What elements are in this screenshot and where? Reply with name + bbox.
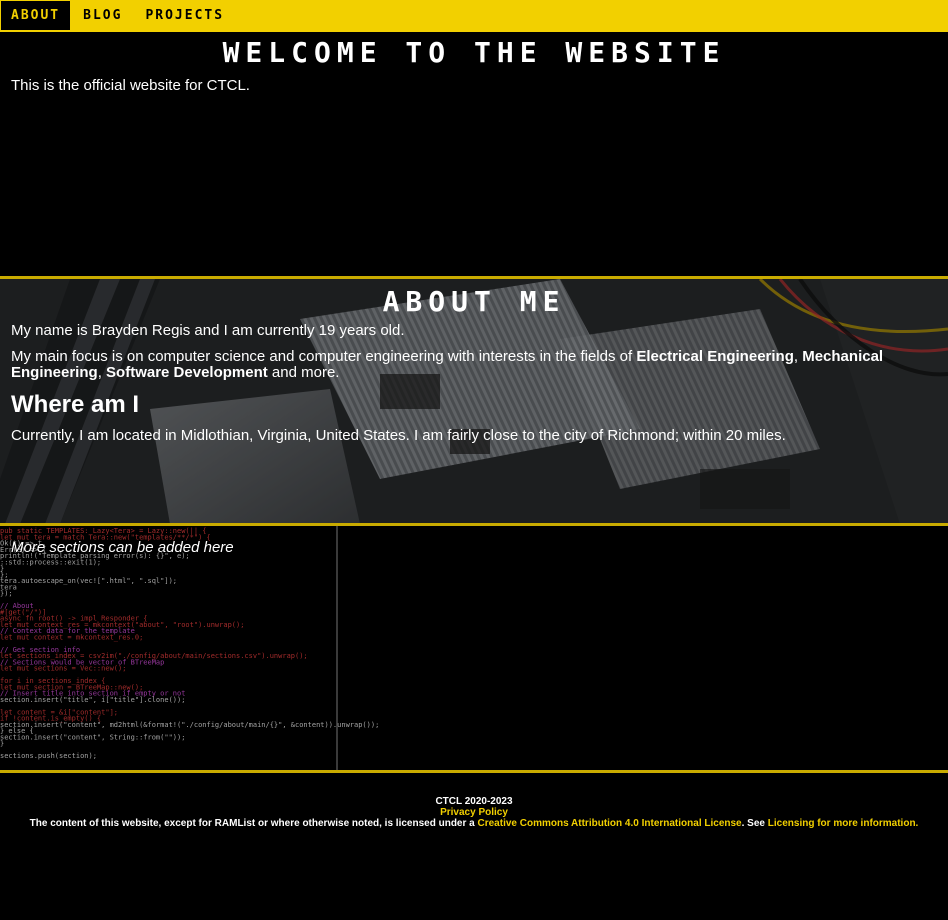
nav-tab-blog[interactable]: Blog: [73, 1, 132, 30]
privacy-policy-link[interactable]: Privacy Policy: [440, 807, 508, 818]
code-line: sections.push(section);: [0, 752, 97, 760]
license-prefix: The content of this website, except for …: [29, 818, 478, 829]
code-line: section.insert("content", md2html(&forma…: [0, 721, 379, 729]
top-navbar: About Blog Projects: [0, 0, 948, 32]
footer: CTCL 2020-2023 Privacy Policy The conten…: [0, 796, 948, 829]
about-intro-text: My name is Brayden Regis and I am curren…: [11, 322, 405, 339]
section-divider: [0, 770, 948, 773]
field-separator: ,: [97, 364, 107, 381]
code-line: let mut context = mkcontext_res.0;: [0, 633, 143, 641]
welcome-title: Welcome to the website: [222, 36, 726, 69]
code-line: }: [0, 740, 4, 748]
more-sections-text: More sections can be added here: [11, 539, 234, 556]
license-notice: The content of this website, except for …: [0, 818, 948, 829]
field-software-development: Software Development: [106, 364, 268, 381]
about-title: About me: [382, 285, 566, 318]
about-section: About me My name is Brayden Regis and I …: [0, 279, 948, 524]
welcome-section: Welcome to the website This is the offic…: [0, 32, 948, 278]
code-line: section.insert("content", String::from("…: [0, 733, 185, 741]
code-background-image: pub static TEMPLATES: Lazy<Tera> = Lazy:…: [0, 526, 948, 771]
nav-tab-projects[interactable]: Projects: [135, 1, 234, 30]
code-line: tera.autoescape_on(vec![".html", ".sql"]…: [0, 577, 177, 585]
code-line: ::std::process::exit(1);: [0, 558, 101, 566]
welcome-intro: This is the official website for CTCL.: [11, 77, 250, 94]
where-am-i-heading: Where am I: [11, 391, 140, 418]
about-focus-text: My main focus is on computer science and…: [11, 349, 911, 381]
cc-license-link[interactable]: Creative Commons Attribution 4.0 Interna…: [478, 818, 742, 829]
location-text: Currently, I am located in Midlothian, V…: [11, 427, 786, 444]
code-line: let mut sections = Vec::new();: [0, 665, 126, 673]
licensing-info-link[interactable]: Licensing for more information.: [768, 818, 919, 829]
field-electrical-engineering: Electrical Engineering: [636, 348, 794, 365]
code-line: });: [0, 590, 13, 598]
focus-prefix: My main focus is on computer science and…: [11, 348, 637, 365]
field-separator: ,: [793, 348, 803, 365]
more-sections-section: pub static TEMPLATES: Lazy<Tera> = Lazy:…: [0, 526, 948, 771]
nav-tab-about[interactable]: About: [1, 1, 71, 30]
code-line: section.insert("title", i["title"].clone…: [0, 696, 185, 704]
copyright-text: CTCL 2020-2023: [435, 796, 513, 807]
focus-suffix: and more.: [267, 364, 340, 381]
license-mid: . See: [741, 818, 768, 829]
